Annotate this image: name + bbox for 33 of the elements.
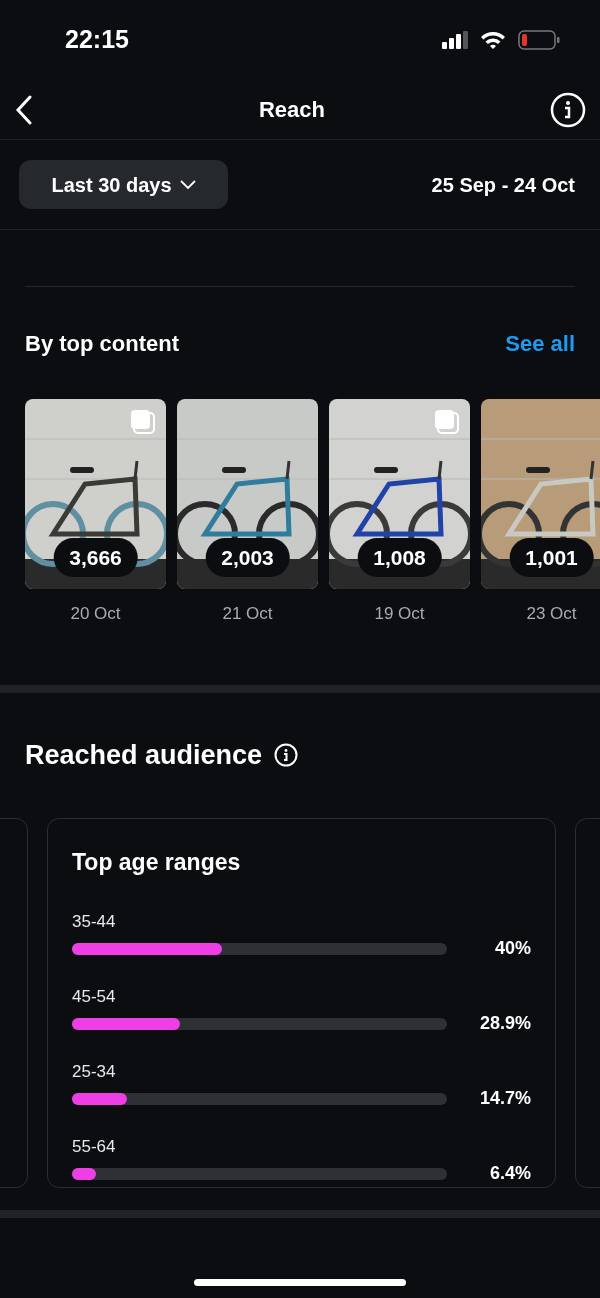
post-date: 23 Oct — [526, 603, 577, 625]
section-title: By top content — [25, 329, 179, 358]
post-date: 21 Oct — [222, 603, 273, 625]
post-thumbnail[interactable]: 3,666 — [25, 399, 166, 589]
carousel-icon — [130, 409, 156, 435]
age-label: 45-54 — [72, 988, 117, 1005]
age-percentage: 28.9% — [479, 1012, 531, 1035]
post-thumbnail[interactable]: 2,003 — [177, 399, 318, 589]
back-icon[interactable] — [14, 94, 34, 125]
card-title: Top age ranges — [72, 847, 242, 877]
date-range: 25 Sep - 24 Oct — [431, 172, 575, 198]
age-percentage: 14.7% — [479, 1087, 531, 1110]
info-icon[interactable] — [550, 91, 586, 128]
age-percentage: 6.4% — [489, 1162, 531, 1185]
post-thumbnail[interactable]: 1,001 — [481, 399, 600, 589]
post-date: 19 Oct — [374, 603, 425, 625]
signal-icon — [442, 31, 468, 49]
age-label: 35-44 — [72, 913, 117, 930]
section-title: Reached audience — [25, 738, 263, 772]
battery-icon — [518, 30, 560, 50]
chevron-down-icon — [179, 179, 196, 190]
age-label: 25-34 — [72, 1063, 117, 1080]
page-title: Reach — [258, 96, 325, 124]
post-date: 20 Oct — [70, 603, 121, 625]
status-time: 22:15 — [65, 24, 129, 56]
post-thumbnail[interactable]: 1,008 — [329, 399, 470, 589]
age-label: 55-64 — [72, 1138, 117, 1155]
date-range-dropdown[interactable]: Last 30 days — [19, 160, 228, 209]
wifi-icon — [480, 30, 506, 50]
info-icon[interactable] — [274, 743, 299, 767]
see-all-link[interactable]: See all — [505, 326, 575, 360]
age-percentage: 40% — [494, 937, 531, 960]
carousel-icon — [434, 409, 460, 435]
